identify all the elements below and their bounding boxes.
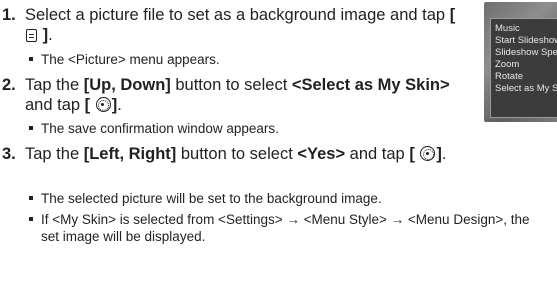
bold-text: [: [409, 145, 420, 163]
step-1: 1. Select a picture file to set as a bac…: [2, 5, 472, 45]
bullet-text: The save confirmation window appears.: [41, 121, 279, 136]
step-number: 2.: [2, 76, 16, 94]
bullet-text: If <My Skin> is selected from <Settings>…: [41, 212, 530, 244]
step-text: Select a picture file to set as a backgr…: [25, 5, 472, 45]
text-run: Tap the: [25, 76, 84, 94]
menu-icon: [26, 29, 37, 42]
step-3: 3. Tap the [Left, Right] button to selec…: [2, 144, 472, 164]
bold-text: ]: [38, 26, 49, 44]
device-menu-item: Slideshow Speed: [495, 47, 557, 58]
device-menu-item: Zoom: [495, 59, 520, 70]
text-run: button to select: [170, 76, 292, 94]
bullet-marker: [29, 126, 33, 130]
step-3-bullet-1: The selected picture will be set to the …: [25, 190, 550, 207]
bold-text: [Left, Right]: [83, 145, 177, 163]
step-2-bullet: The save confirmation window appears.: [25, 120, 550, 137]
device-menu-item-selected: Select as My Skin: [495, 83, 557, 94]
device-menu-item: Music: [495, 23, 520, 34]
bold-text: [Up, Down]: [83, 76, 171, 94]
text-run: .: [48, 26, 53, 44]
bullet-text: The <Picture> menu appears.: [41, 52, 220, 67]
bullet-text: The selected picture will be set to the …: [41, 191, 382, 206]
step-number: 1.: [2, 6, 16, 24]
device-screenshot: Music Start Slideshow Slideshow Speed Zo…: [484, 2, 557, 122]
bullet-marker: [29, 57, 33, 61]
device-menu-item: Rotate: [495, 71, 523, 82]
select-icon: [420, 146, 436, 161]
step-2: 2. Tap the [Up, Down] button to select <…: [2, 75, 472, 115]
text-run: Tap the: [25, 145, 84, 163]
text-run: .: [441, 145, 447, 163]
step-text: Tap the [Up, Down] button to select <Sel…: [25, 75, 472, 115]
text-run: and tap: [25, 96, 85, 114]
step-3-bullet-2: If <My Skin> is selected from <Settings>…: [25, 211, 550, 245]
text-run: button to select: [176, 145, 298, 163]
step-1-bullet: The <Picture> menu appears.: [25, 51, 550, 68]
device-menu-item: Start Slideshow: [495, 35, 557, 46]
bullet-marker: [29, 217, 33, 221]
text-run: .: [117, 96, 122, 114]
text-run: Select a picture file to set as a backgr…: [25, 6, 450, 24]
select-icon: [95, 97, 111, 112]
device-menu: Music Start Slideshow Slideshow Speed Zo…: [490, 18, 557, 118]
bold-text: <Yes>: [297, 145, 346, 163]
bold-text: <Select as My Skin>: [291, 76, 450, 94]
text-run: and tap: [345, 145, 410, 163]
step-number: 3.: [2, 145, 16, 163]
bold-text: [: [449, 6, 456, 24]
bullet-marker: [29, 196, 33, 200]
step-text: Tap the [Left, Right] button to select <…: [25, 144, 472, 164]
bold-text: [: [84, 96, 95, 114]
